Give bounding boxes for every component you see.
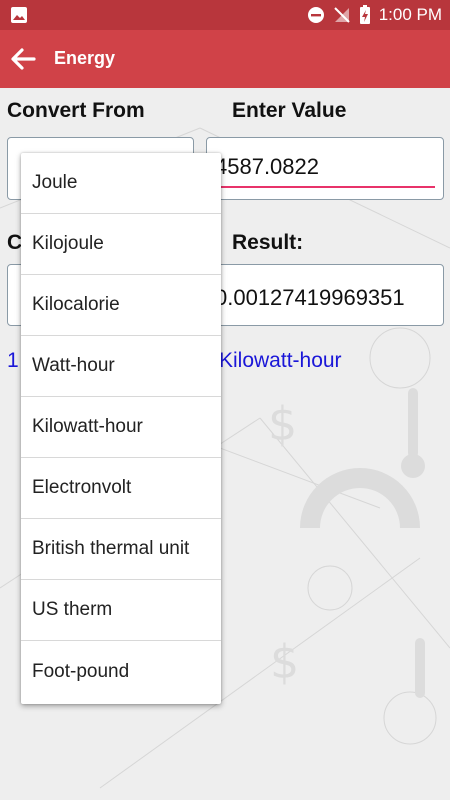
dropdown-item-label: Electronvolt — [32, 477, 132, 498]
battery-icon — [359, 5, 370, 24]
result-box: 0.00127419969351 — [206, 264, 444, 326]
value-input[interactable] — [215, 154, 435, 180]
unit-dropdown-menu: Joule Kilojoule Kilocalorie Watt-hour Ki… — [21, 153, 221, 704]
value-input-box — [206, 137, 444, 200]
dropdown-item-label: US therm — [32, 599, 113, 620]
arrow-left-icon[interactable] — [8, 44, 38, 74]
dropdown-item-kilocalorie[interactable]: Kilocalorie — [21, 275, 221, 336]
dropdown-item-watt-hour[interactable]: Watt-hour — [21, 336, 221, 397]
dropdown-item-label: Foot-pound — [32, 660, 130, 682]
dropdown-item-label: Joule — [32, 172, 78, 193]
dropdown-item-label: Kilowatt-hour — [32, 416, 143, 437]
do-not-disturb-icon — [307, 7, 324, 23]
app-bar: Energy — [0, 30, 450, 88]
dropdown-item-foot-pound[interactable]: Foot-pound — [21, 641, 221, 702]
page-title: Energy — [54, 48, 116, 68]
dropdown-item-us-therm[interactable]: US therm — [21, 580, 221, 641]
result-label: Result: — [232, 231, 304, 254]
summary-from-text: 1 — [7, 349, 19, 372]
dropdown-item-kilowatt-hour[interactable]: Kilowatt-hour — [21, 397, 221, 458]
enter-value-label: Enter Value — [232, 99, 347, 122]
dropdown-item-label: British thermal unit — [32, 538, 190, 559]
dropdown-item-label: Watt-hour — [32, 355, 115, 376]
dropdown-item-label: Kilojoule — [32, 233, 104, 254]
convert-from-label: Convert From — [7, 99, 145, 122]
svg-text:$: $ — [268, 397, 297, 451]
summary-to-text: Kilowatt-hour — [219, 349, 342, 372]
status-bar: 1:00 PM — [0, 0, 450, 30]
no-signal-icon — [333, 7, 350, 23]
svg-text:$: $ — [270, 635, 299, 689]
gallery-icon — [11, 7, 27, 23]
convert-to-label: C — [7, 231, 23, 254]
dropdown-item-british-thermal-unit[interactable]: British thermal unit — [21, 519, 221, 580]
dropdown-item-joule[interactable]: Joule — [21, 153, 221, 214]
status-time: 1:00 PM — [378, 5, 442, 24]
dropdown-item-electronvolt[interactable]: Electronvolt — [21, 458, 221, 519]
dropdown-item-label: Kilocalorie — [32, 294, 120, 315]
input-underline — [215, 186, 435, 188]
result-value: 0.00127419969351 — [215, 285, 405, 310]
dropdown-item-kilojoule[interactable]: Kilojoule — [21, 214, 221, 275]
